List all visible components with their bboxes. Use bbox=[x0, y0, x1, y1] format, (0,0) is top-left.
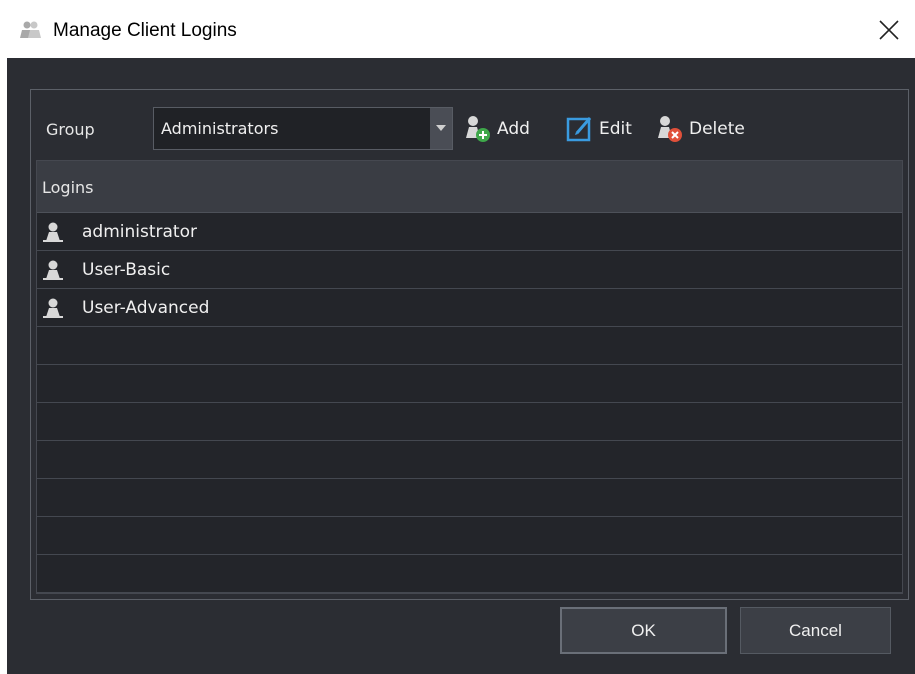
delete-button[interactable]: Delete bbox=[655, 114, 745, 144]
group-select[interactable]: Administrators bbox=[153, 107, 453, 150]
login-name: User-Advanced bbox=[82, 298, 210, 318]
logins-list[interactable]: Logins administrator User-Basic User-Adv… bbox=[36, 160, 903, 594]
users-icon bbox=[19, 20, 43, 40]
list-item[interactable]: User-Advanced bbox=[37, 289, 902, 327]
logins-column-header[interactable]: Logins bbox=[37, 161, 902, 213]
empty-row bbox=[37, 327, 902, 365]
empty-row bbox=[37, 479, 902, 517]
add-button[interactable]: Add bbox=[463, 114, 530, 144]
dropdown-arrow[interactable] bbox=[430, 108, 452, 149]
empty-row bbox=[37, 403, 902, 441]
chevron-down-icon bbox=[436, 125, 446, 131]
add-button-label: Add bbox=[497, 119, 530, 139]
empty-row bbox=[37, 517, 902, 555]
empty-row bbox=[37, 365, 902, 403]
title-bar: Manage Client Logins bbox=[7, 0, 915, 58]
empty-row bbox=[37, 555, 902, 593]
delete-button-label: Delete bbox=[689, 119, 745, 139]
edit-button-label: Edit bbox=[599, 119, 632, 139]
close-icon bbox=[879, 20, 899, 40]
list-item[interactable]: User-Basic bbox=[37, 251, 902, 289]
login-name: administrator bbox=[82, 222, 197, 242]
window-title: Manage Client Logins bbox=[53, 20, 237, 41]
delete-user-icon bbox=[658, 116, 682, 142]
login-name: User-Basic bbox=[82, 260, 171, 280]
add-user-icon bbox=[466, 116, 490, 142]
logins-header-label: Logins bbox=[42, 178, 94, 197]
manage-client-logins-dialog: Manage Client Logins Group Administrator… bbox=[7, 0, 915, 674]
empty-row bbox=[37, 441, 902, 479]
close-button[interactable] bbox=[869, 10, 909, 50]
group-select-value: Administrators bbox=[161, 119, 279, 138]
user-icon bbox=[43, 222, 63, 242]
edit-button[interactable]: Edit bbox=[565, 114, 632, 144]
edit-icon bbox=[566, 117, 592, 142]
ok-button[interactable]: OK bbox=[560, 607, 727, 654]
list-item[interactable]: administrator bbox=[37, 213, 902, 251]
cancel-button[interactable]: Cancel bbox=[740, 607, 891, 654]
group-label: Group bbox=[46, 120, 95, 139]
user-icon bbox=[43, 298, 63, 318]
user-icon bbox=[43, 260, 63, 280]
